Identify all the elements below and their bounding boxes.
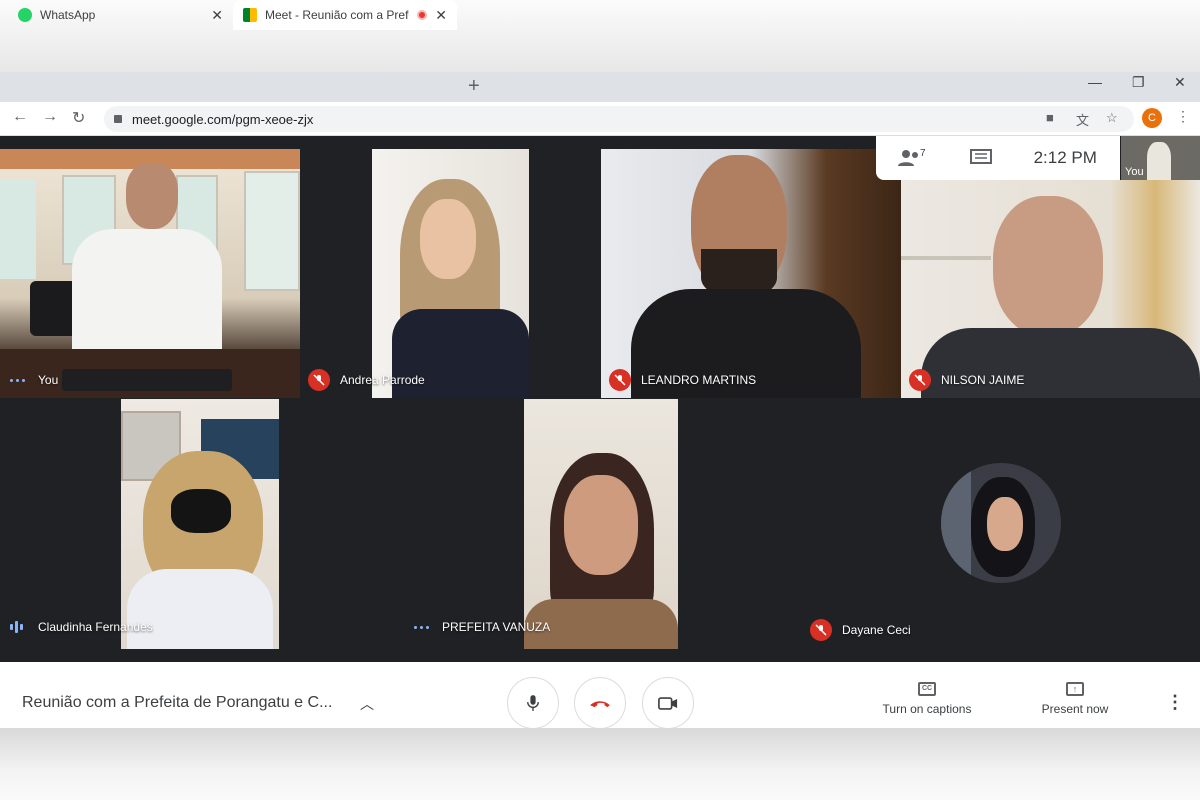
participant-name: Andrea Parrode xyxy=(308,369,425,391)
present-label: Present now xyxy=(1041,702,1109,716)
meet-info-bar: 7 2:12 PM xyxy=(876,136,1120,180)
tab-meet[interactable]: Meet - Reunião com a Prefei ✕ xyxy=(233,0,457,30)
participant-video xyxy=(601,149,901,398)
self-preview[interactable]: You xyxy=(1121,136,1200,180)
meet-icon xyxy=(243,8,257,22)
mic-off-icon xyxy=(810,619,832,641)
tab-title: Meet - Reunião com a Prefei xyxy=(265,8,410,22)
close-tab-icon[interactable]: ✕ xyxy=(211,7,223,24)
star-icon[interactable]: ☆ xyxy=(1106,110,1118,126)
url-text: meet.google.com/pgm-xeoe-zjx xyxy=(132,111,314,127)
mic-off-icon xyxy=(308,369,330,391)
close-tab-icon[interactable]: ✕ xyxy=(435,7,447,24)
reload-icon[interactable]: ↻ xyxy=(72,108,85,128)
present-screen-icon: ↑ xyxy=(1066,682,1084,696)
meet-grid: You Andrea Parrode LEANDRO MARTINS NILSO… xyxy=(0,136,1200,662)
minimize-icon[interactable]: — xyxy=(1088,74,1102,90)
translate-icon[interactable]: 文 xyxy=(1076,110,1089,129)
restore-icon[interactable]: ❐ xyxy=(1132,74,1145,91)
back-icon[interactable]: ← xyxy=(12,108,28,126)
participant-label: Claudinha Fernandes xyxy=(38,620,153,634)
participant-tile[interactable]: LEANDRO MARTINS xyxy=(601,149,901,398)
participant-tile[interactable]: Andrea Parrode xyxy=(300,149,601,398)
participant-name: Dayane Ceci xyxy=(810,619,911,641)
meeting-title[interactable]: Reunião com a Prefeita de Porangatu e C.… xyxy=(22,694,332,712)
participant-video xyxy=(121,399,279,649)
participant-tile[interactable]: Claudinha Fernandes xyxy=(0,399,400,649)
people-icon[interactable] xyxy=(898,148,922,168)
participant-label: You xyxy=(38,373,59,387)
whatsapp-icon xyxy=(18,8,32,22)
mic-button[interactable] xyxy=(507,677,559,729)
closed-captions-icon: CC xyxy=(918,682,936,696)
forward-icon[interactable]: → xyxy=(42,108,58,126)
participant-name: NILSON JAIME xyxy=(909,369,1024,391)
mic-off-icon xyxy=(909,369,931,391)
url-input[interactable]: meet.google.com/pgm-xeoe-zjx xyxy=(104,106,1134,132)
participant-video xyxy=(372,149,529,398)
self-preview-label: You xyxy=(1125,166,1144,178)
captions-label: Turn on captions xyxy=(882,702,972,716)
avatar xyxy=(941,463,1061,583)
video-camera-icon xyxy=(658,696,678,710)
chat-icon[interactable] xyxy=(969,149,992,167)
mic-off-icon xyxy=(609,369,631,391)
participant-tile[interactable]: PREFEITA VANUZA xyxy=(400,399,800,649)
new-tab-button[interactable]: + xyxy=(468,75,480,98)
lock-icon xyxy=(114,115,122,123)
clock: 2:12 PM xyxy=(1033,148,1097,167)
participant-name: PREFEITA VANUZA xyxy=(414,620,550,634)
present-button[interactable]: ↑ Present now xyxy=(1030,682,1120,716)
participant-label: Dayane Ceci xyxy=(842,623,911,637)
participant-label: NILSON JAIME xyxy=(941,373,1025,387)
browser-menu-icon[interactable]: ⋮ xyxy=(1176,108,1190,125)
captions-button[interactable]: CC Turn on captions xyxy=(872,682,982,716)
audio-level-icon xyxy=(10,621,28,633)
participant-video xyxy=(901,180,1200,398)
tab-title: WhatsApp xyxy=(40,8,96,22)
background-bottom xyxy=(0,728,1200,800)
participant-label: Andrea Parrode xyxy=(340,373,425,387)
speaking-indicator-icon xyxy=(10,378,28,382)
participant-video xyxy=(524,399,678,649)
participant-tile[interactable]: Dayane Ceci xyxy=(800,399,1200,649)
participant-tile[interactable]: You xyxy=(0,149,300,398)
profile-avatar[interactable]: C xyxy=(1142,108,1162,128)
mic-icon xyxy=(527,695,539,711)
participant-name: LEANDRO MARTINS xyxy=(609,369,756,391)
camera-icon[interactable]: ■ xyxy=(1046,110,1054,125)
participant-label: PREFEITA VANUZA xyxy=(442,620,551,634)
close-window-icon[interactable]: ✕ xyxy=(1174,74,1186,91)
camera-button[interactable] xyxy=(642,677,694,729)
recording-icon xyxy=(417,10,428,20)
hang-up-icon xyxy=(590,700,610,707)
participant-tile[interactable]: NILSON JAIME xyxy=(901,180,1200,398)
speaking-indicator-icon xyxy=(414,625,432,629)
hang-up-button[interactable] xyxy=(574,677,626,729)
participant-label: LEANDRO MARTINS xyxy=(641,373,757,387)
participant-name: Claudinha Fernandes xyxy=(10,620,153,634)
chevron-up-icon[interactable]: ︿ xyxy=(360,694,374,714)
participant-name: You xyxy=(10,373,58,387)
more-options-icon[interactable]: ⋮ xyxy=(1166,692,1184,713)
participant-video xyxy=(0,149,300,398)
tab-bar xyxy=(0,72,1200,102)
tab-whatsapp[interactable]: WhatsApp ✕ xyxy=(8,0,233,30)
